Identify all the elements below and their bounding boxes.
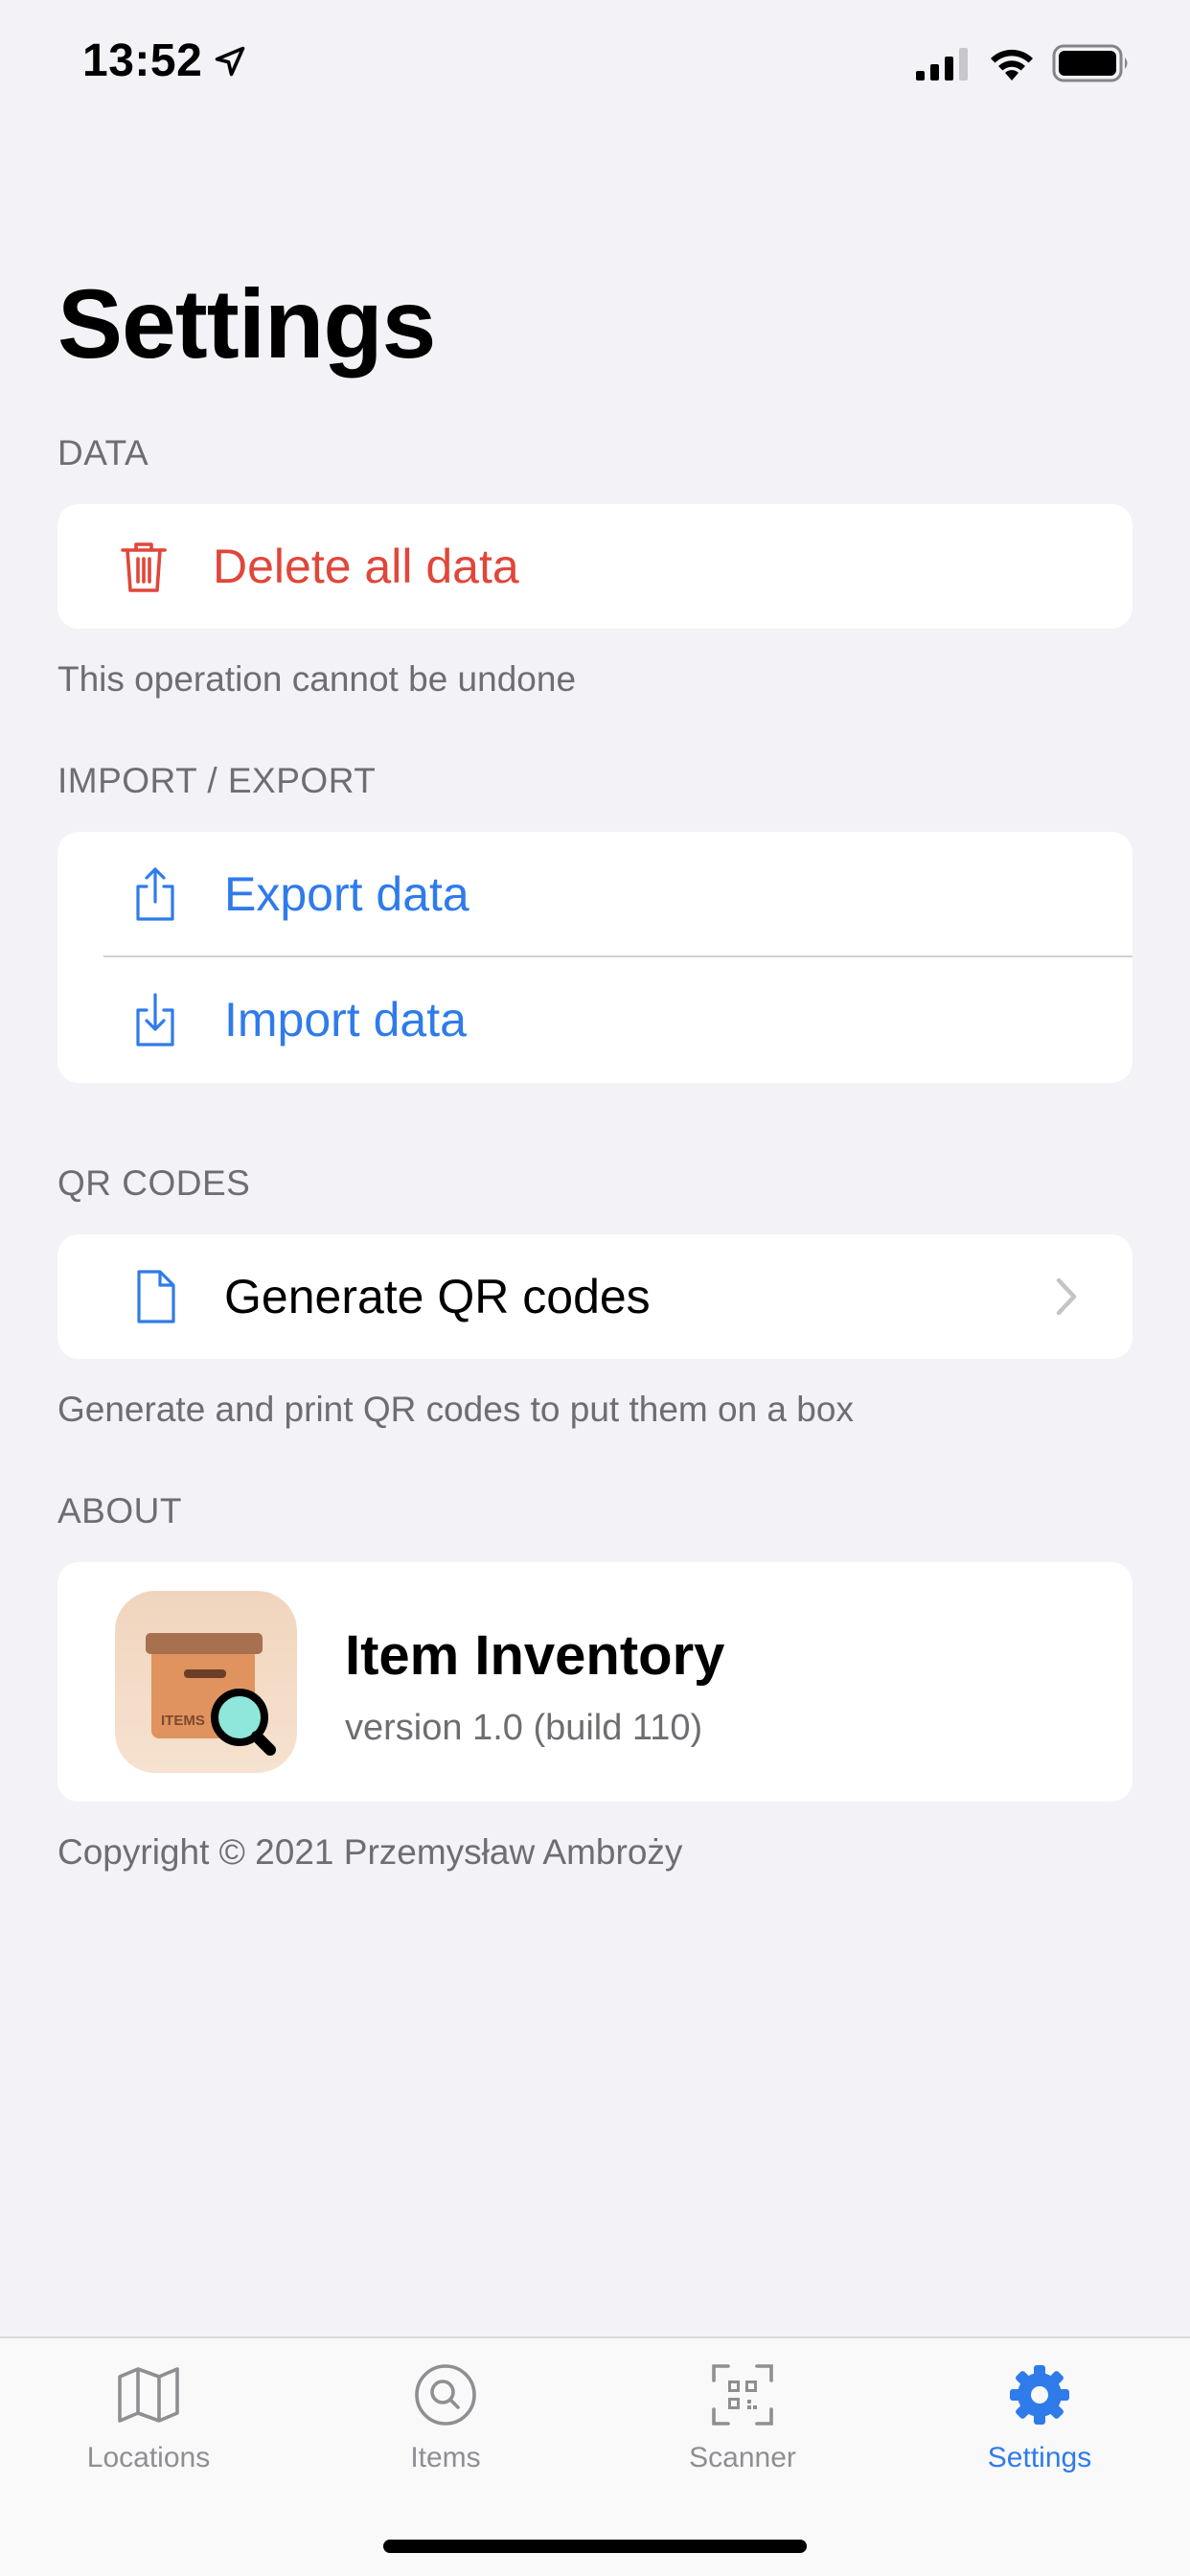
tab-locations[interactable]: Locations bbox=[0, 2338, 297, 2492]
section-header-qr-codes: QR CODES bbox=[57, 1163, 251, 1203]
data-footer: This operation cannot be undone bbox=[57, 659, 577, 699]
battery-icon bbox=[1052, 44, 1128, 82]
tab-label-scanner: Scanner bbox=[689, 2442, 796, 2473]
app-icon-text: ITEMS bbox=[161, 1713, 205, 1729]
section-header-about: ABOUT bbox=[57, 1491, 182, 1530]
download-import-icon bbox=[136, 993, 174, 1046]
tab-scanner[interactable]: Scanner bbox=[594, 2338, 891, 2492]
chevron-right-icon bbox=[1056, 1277, 1077, 1316]
page-title: Settings bbox=[57, 269, 436, 379]
qr-scan-icon bbox=[712, 2364, 773, 2426]
magnifier-icon bbox=[415, 2364, 476, 2426]
delete-all-data-label: Delete all data bbox=[213, 540, 519, 593]
cellular-signal-icon bbox=[916, 48, 968, 80]
app-version: version 1.0 (build 110) bbox=[345, 1708, 703, 1748]
import-export-card: Export data Import data bbox=[57, 832, 1133, 1083]
share-export-icon bbox=[136, 867, 174, 921]
home-indicator[interactable] bbox=[383, 2540, 807, 2553]
tab-label-settings: Settings bbox=[987, 2442, 1092, 2473]
status-time: 13:52 bbox=[82, 35, 203, 86]
map-icon bbox=[118, 2367, 179, 2423]
box-magnifier-icon: ITEMS bbox=[146, 1633, 276, 1756]
export-data-button[interactable]: Export data bbox=[57, 832, 1133, 957]
copyright-text: Copyright © 2021 Przemysław Ambroży bbox=[57, 1832, 683, 1872]
about-card: ITEMS Item Inventory version 1.0 (build … bbox=[57, 1562, 1133, 1802]
wifi-icon bbox=[991, 49, 1033, 80]
tab-items[interactable]: Items bbox=[297, 2338, 594, 2492]
app-name: Item Inventory bbox=[345, 1624, 725, 1687]
document-icon bbox=[137, 1270, 175, 1323]
gear-icon bbox=[1010, 2365, 1069, 2425]
tab-settings[interactable]: Settings bbox=[891, 2338, 1188, 2492]
settings-screen: 13:52 Settings DATA Delete all data This… bbox=[0, 0, 1190, 2576]
tab-label-locations: Locations bbox=[86, 2442, 211, 2473]
export-data-label: Export data bbox=[224, 867, 469, 921]
import-data-label: Import data bbox=[224, 993, 467, 1046]
delete-all-data-button[interactable]: Delete all data bbox=[57, 504, 1133, 629]
trash-icon bbox=[121, 542, 167, 592]
app-icon: ITEMS bbox=[115, 1591, 297, 1773]
generate-qr-codes-button[interactable]: Generate QR codes bbox=[57, 1234, 1133, 1359]
location-arrow-icon bbox=[215, 46, 245, 77]
data-card: Delete all data bbox=[57, 504, 1133, 629]
qr-codes-card: Generate QR codes bbox=[57, 1234, 1133, 1359]
import-data-button[interactable]: Import data bbox=[57, 957, 1133, 1083]
section-header-import-export: IMPORT / EXPORT bbox=[57, 761, 377, 800]
status-bar: 13:52 bbox=[0, 0, 1190, 128]
generate-qr-codes-label: Generate QR codes bbox=[224, 1270, 651, 1323]
section-header-data: DATA bbox=[57, 433, 149, 472]
qr-codes-footer: Generate and print QR codes to put them … bbox=[57, 1390, 854, 1429]
tab-label-items: Items bbox=[410, 2442, 481, 2473]
